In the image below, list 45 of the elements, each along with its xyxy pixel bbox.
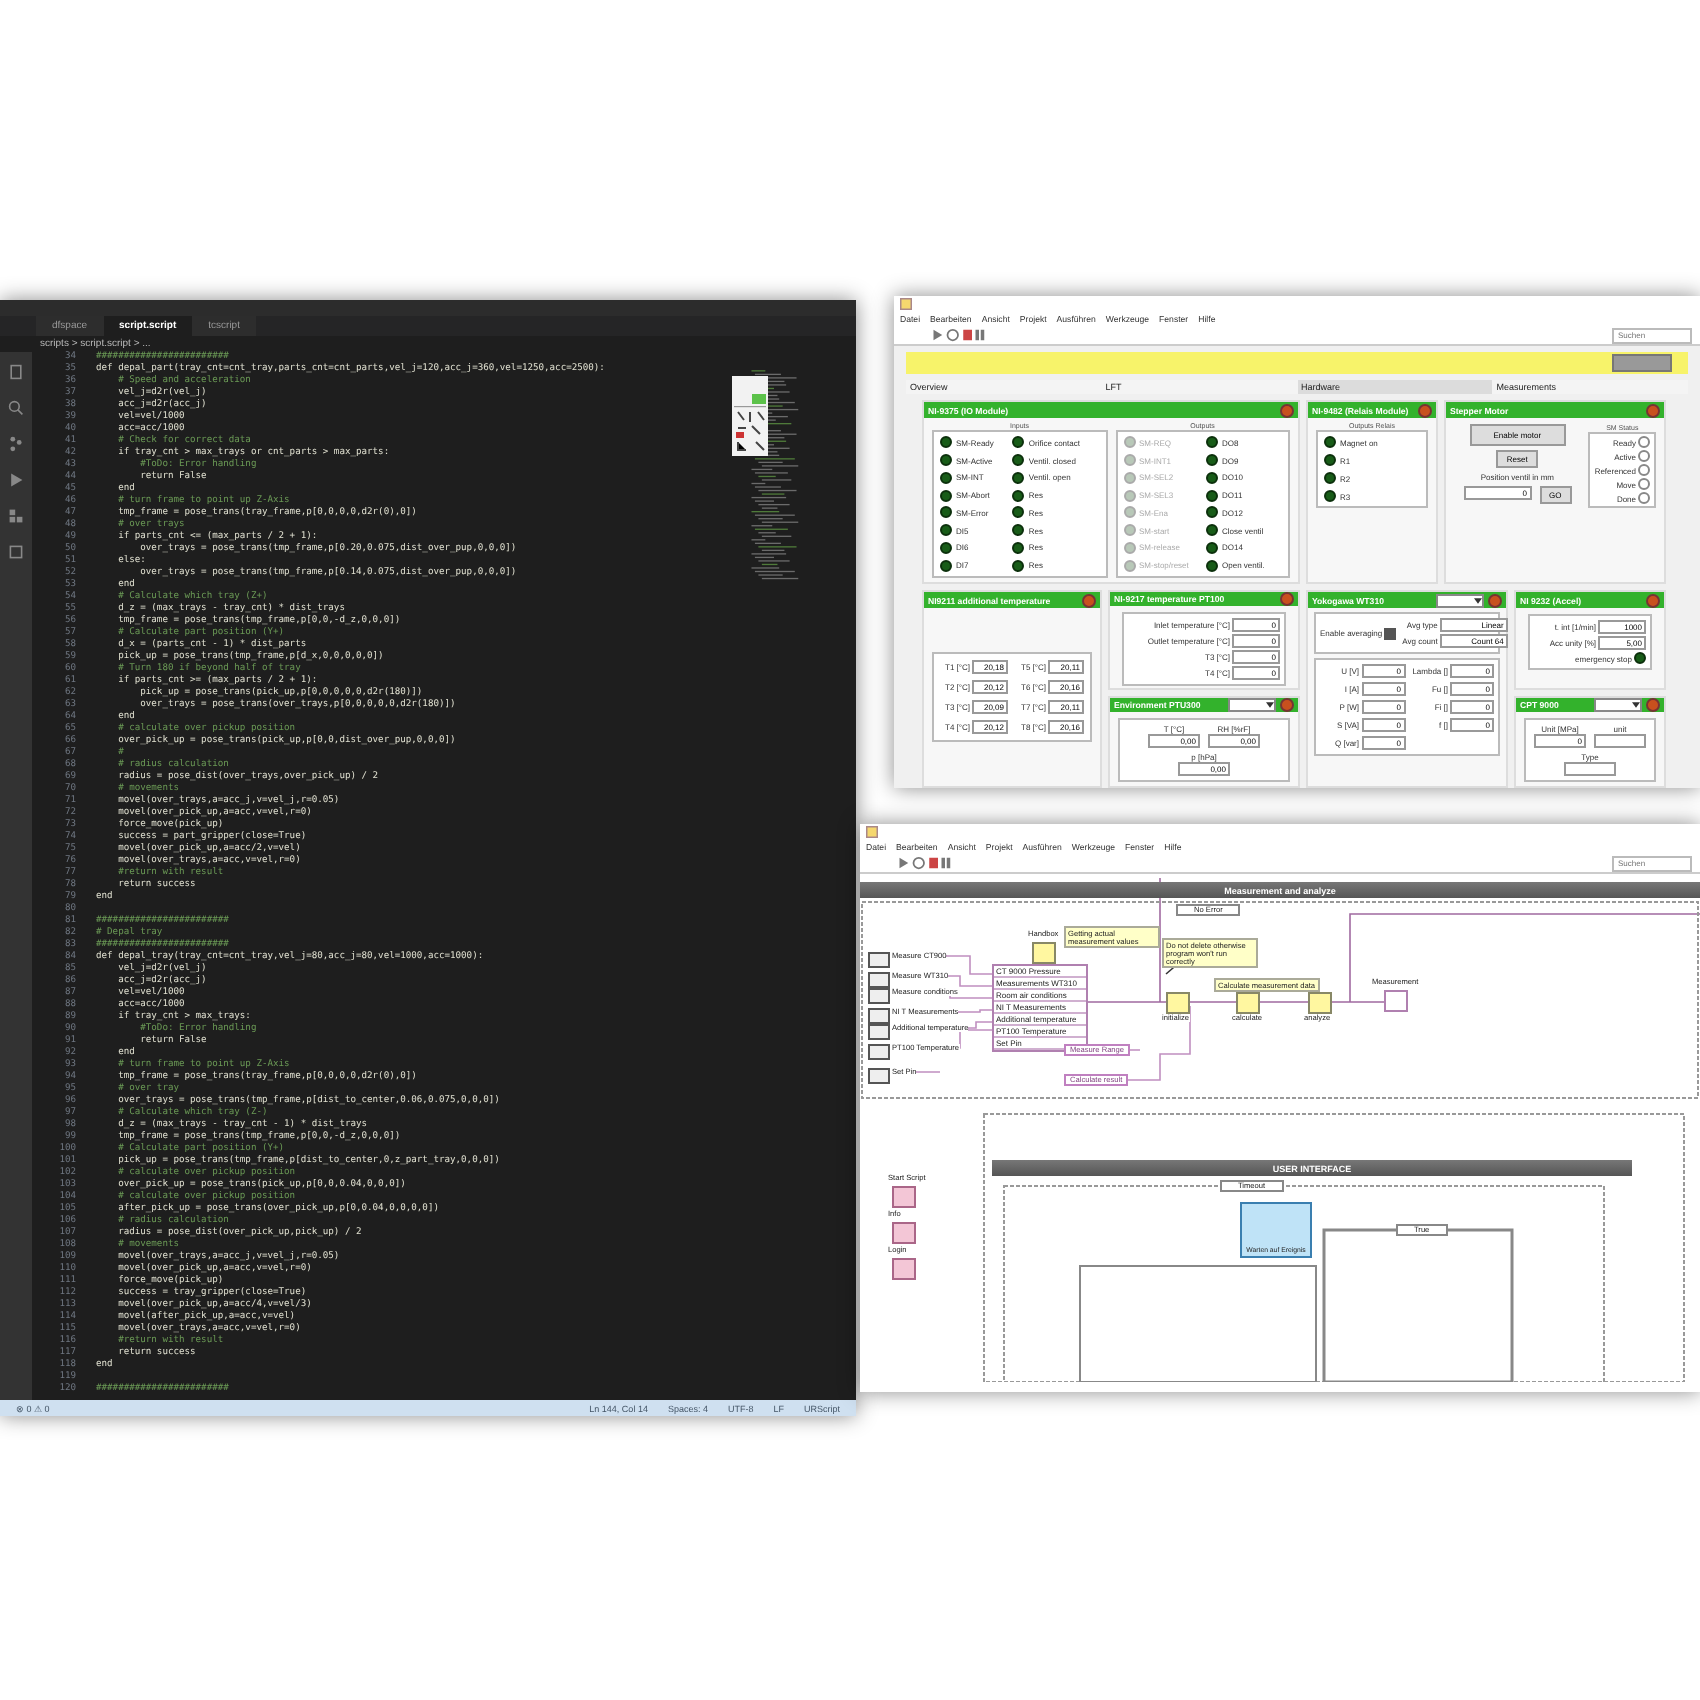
cluster-control-icon[interactable] <box>868 952 890 968</box>
cluster-control-icon[interactable] <box>868 1068 890 1084</box>
subvi-icon[interactable] <box>892 1222 916 1244</box>
cluster-control-icon[interactable] <box>868 972 890 988</box>
checkbox[interactable] <box>1384 627 1397 639</box>
app-icon <box>866 826 878 838</box>
run-icon[interactable] <box>8 472 24 488</box>
value-field <box>1564 762 1616 776</box>
stop-light-icon <box>1488 593 1502 607</box>
caret-icon <box>1266 702 1274 708</box>
cluster-control-icon[interactable] <box>868 1044 890 1060</box>
dropdown[interactable] <box>1228 698 1276 712</box>
stop-light-icon <box>1280 403 1294 417</box>
subvi-icon[interactable] <box>1308 992 1332 1014</box>
stop-light-icon <box>1280 698 1294 712</box>
stop-light-icon <box>1646 593 1660 607</box>
caret-icon <box>1632 702 1640 708</box>
extensions-icon[interactable] <box>8 508 24 524</box>
subvi-icon[interactable] <box>1236 992 1260 1014</box>
stop-light-icon <box>1418 403 1432 417</box>
run-toolbar-icon[interactable] <box>930 328 986 342</box>
cluster-control-icon[interactable] <box>868 988 890 1004</box>
branch-icon[interactable] <box>8 436 24 452</box>
dropdown[interactable] <box>1594 698 1642 712</box>
search-icon[interactable] <box>8 400 24 416</box>
stop-light-icon <box>1646 403 1660 417</box>
stop-light-icon <box>1280 592 1294 606</box>
caret-icon <box>1474 597 1482 603</box>
subvi-icon[interactable] <box>1166 992 1190 1014</box>
subvi-icon[interactable] <box>892 1186 916 1208</box>
tool-palette-drawing <box>732 376 768 456</box>
stop-light-icon <box>1646 698 1660 712</box>
subvi-icon[interactable] <box>1032 942 1056 964</box>
app-icon <box>900 298 912 310</box>
files-icon[interactable] <box>8 364 24 380</box>
square-icon[interactable] <box>8 544 24 560</box>
dropdown[interactable] <box>1436 593 1484 607</box>
run-toolbar-icon[interactable] <box>896 856 952 870</box>
cluster-control-icon[interactable] <box>868 1024 890 1040</box>
subvi-icon[interactable] <box>892 1258 916 1280</box>
led-indicator <box>1634 652 1646 664</box>
stop-light-icon <box>1082 593 1096 607</box>
cluster-control-icon[interactable] <box>868 1008 890 1024</box>
value-field <box>1594 734 1646 748</box>
indicator-icon <box>1384 990 1408 1012</box>
